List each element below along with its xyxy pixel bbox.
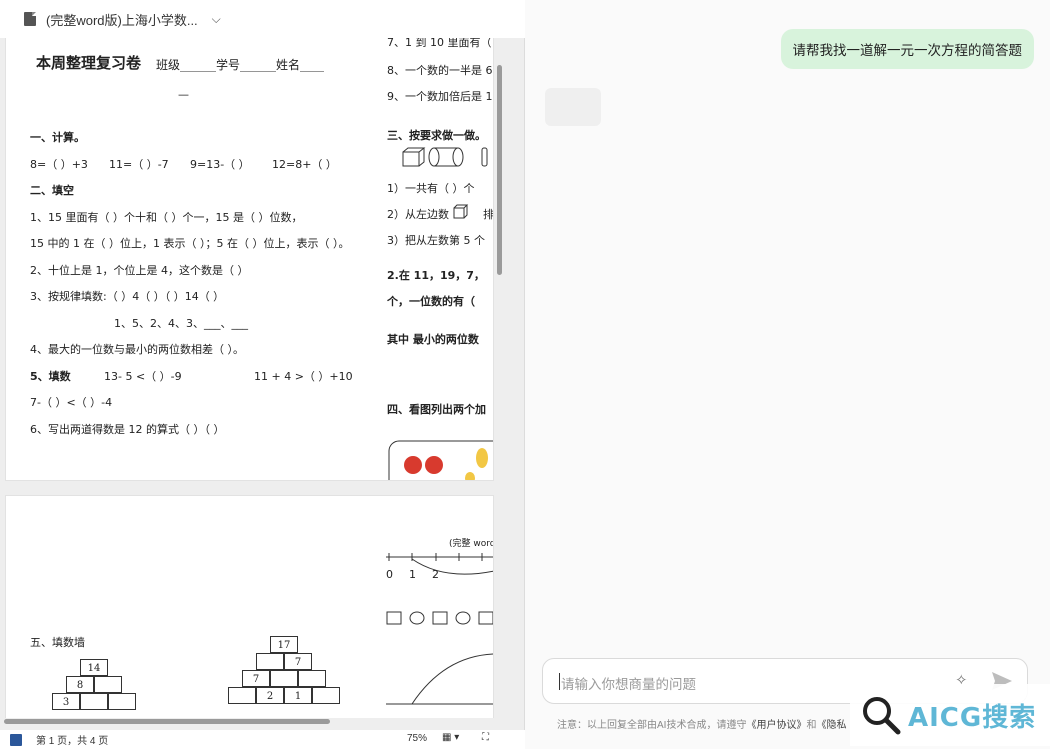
wall-cell-empty [270,670,298,687]
document-tab-bar: (完整word版)上海小学数... ⌵ [0,0,525,38]
document-page-2: (完整 word 0 1 2 五、填数墙 14 8 3 17 7 7 2 1 [6,496,493,718]
cube-icon [453,204,469,219]
chat-pane: 请帮我找一道解一元一次方程的简答题 请输入你想商量的问题 ✧ 注意：以上回复全部… [526,0,1050,749]
vertical-scrollbar[interactable] [497,65,502,275]
calc-item: 8=（ ）+3 [30,158,88,171]
view-mode-icon[interactable]: ▦ ▾ [442,732,459,743]
wall-cell-empty [94,676,122,693]
doc-title: 本周整理复习卷 [36,54,142,72]
shape-sequence [386,611,493,625]
wall-cell-empty [312,687,340,704]
input-placeholder: 请输入你想商量的问题 [561,677,696,692]
file-icon [24,12,36,26]
question-8: 8、一个数的一半是 6 [387,64,493,77]
zoom-level[interactable]: 75% [407,733,427,744]
fit-page-icon[interactable]: ⛶ [482,732,489,743]
question-1a: 1、15 里面有（ ）个十和（ ）个一，15 是（ ）位数， [30,211,303,224]
privacy-link[interactable]: 《隐私 [816,720,846,731]
solid-shapes-figure [402,147,488,167]
watermark-text: AICG搜索 [908,702,1037,733]
section-2-heading: 二、填空 [30,184,74,197]
section-3-heading: 三、按要求做一做。 [387,129,486,142]
question-5c: 7-（ ）<（ ）-4 [30,396,113,409]
document-title[interactable]: (完整word版)上海小学数... [46,10,198,29]
wall-cell-empty [228,687,256,704]
question-3-sequence: 1、5、2、4、3、___、___ [114,317,248,330]
wall-cell: 7 [284,653,312,670]
word-icon [10,733,22,746]
loading-placeholder [545,88,601,126]
document-page-1: 本周整理复习卷 班级______学号______姓名____ — 一、计算。 8… [6,38,493,480]
question-5-label: 5、填数 [30,370,71,383]
wall-cell-empty [80,693,108,710]
wall-cell: 3 [52,693,80,710]
question-7: 7、1 到 10 里面有（ [387,38,492,49]
calc-item: 12=8+（ ） [272,158,337,171]
number-line-label: 0 [386,568,393,581]
text-caret [559,673,560,690]
question-2-smallest: 其中 最小的两位数 [387,333,479,346]
magnifier-icon [863,697,901,735]
question-6: 6、写出两道得数是 12 的算式（ ）（ ） [30,423,225,436]
wall-cell: 7 [242,670,270,687]
section-5-heading: 五、填数墙 [30,636,85,649]
wall-cell: 1 [284,687,312,704]
question-3-3: 3）把从左数第 5 个 [387,234,485,247]
question-9: 9、一个数加倍后是 1( [387,90,493,103]
ai-disclaimer: 注意：以上回复全部由AI技术合成，请遵守《用户协议》和《隐私 [557,716,846,731]
calc-item: 9=13-（ ） [190,158,250,171]
number-line-label: 2 [432,568,439,581]
wall-cell: 17 [270,636,298,653]
question-1b: 15 中的 1 在（ ）位上，1 表示（ ）；5 在（ ）位上，表示（ ）。 [30,237,350,250]
disclaimer-and: 和 [806,720,817,731]
fruit-picture [388,440,493,480]
wall-cell-empty [256,653,284,670]
wall-cell-empty [108,693,136,710]
question-3-2-suffix: 排 [483,208,493,221]
wall-cell: 2 [256,687,284,704]
user-agreement-link[interactable]: 《用户协议》 [746,720,806,731]
disclaimer-text: 注意：以上回复全部由AI技术合成，请遵守 [557,720,747,731]
question-2-numbers: 2.在 11，19，7， [387,269,485,282]
wall-cell: 14 [80,659,108,676]
user-message-bubble: 请帮我找一道解一元一次方程的简答题 [780,29,1034,69]
number-line-arc [386,653,493,705]
question-5a: 13- 5 <（ ）-9 [104,370,182,383]
question-3-2: 2）从左边数 [387,208,449,221]
page-2-header: (完整 word [449,539,493,549]
document-viewport[interactable]: 本周整理复习卷 班级______学号______姓名____ — 一、计算。 8… [0,38,510,718]
calc-item: 11=（ ）-7 [109,158,169,171]
question-2-onedigit: 个，一位数的有（ [387,295,475,308]
section-1-heading: 一、计算。 [30,131,85,144]
page-indicator: 第 1 页，共 4 页 [36,736,109,747]
question-3-1: 1）一共有（ ）个 [387,182,475,195]
question-2: 2、十位上是 1，个位上是 4，这个数是（ ） [30,264,249,277]
horizontal-scrollbar[interactable] [4,719,330,724]
chevron-down-icon[interactable]: ⌵ [212,12,221,27]
doc-student-info: 班级______学号______姓名____ [156,58,325,72]
status-bar: 第 1 页，共 4 页 75% ▦ ▾ ⛶ [0,730,525,749]
doc-info-continuation: — [178,88,189,101]
question-4: 4、最大的一位数与最小的两位数相差（ ）。 [30,343,244,356]
document-viewer-pane: (完整word版)上海小学数... ⌵ 本周整理复习卷 班级______学号__… [0,0,525,749]
watermark: AICG搜索 [850,684,1050,746]
question-3: 3、按规律填数:（ ）4（ ）（ ）14（ ） [30,290,225,303]
number-line-label: 1 [409,568,416,581]
wall-cell: 8 [66,676,94,693]
section-4-heading: 四、看图列出两个加 [387,403,486,416]
question-5b: 11 + 4 >（ ）+10 [254,370,353,383]
wall-cell-empty [298,670,326,687]
